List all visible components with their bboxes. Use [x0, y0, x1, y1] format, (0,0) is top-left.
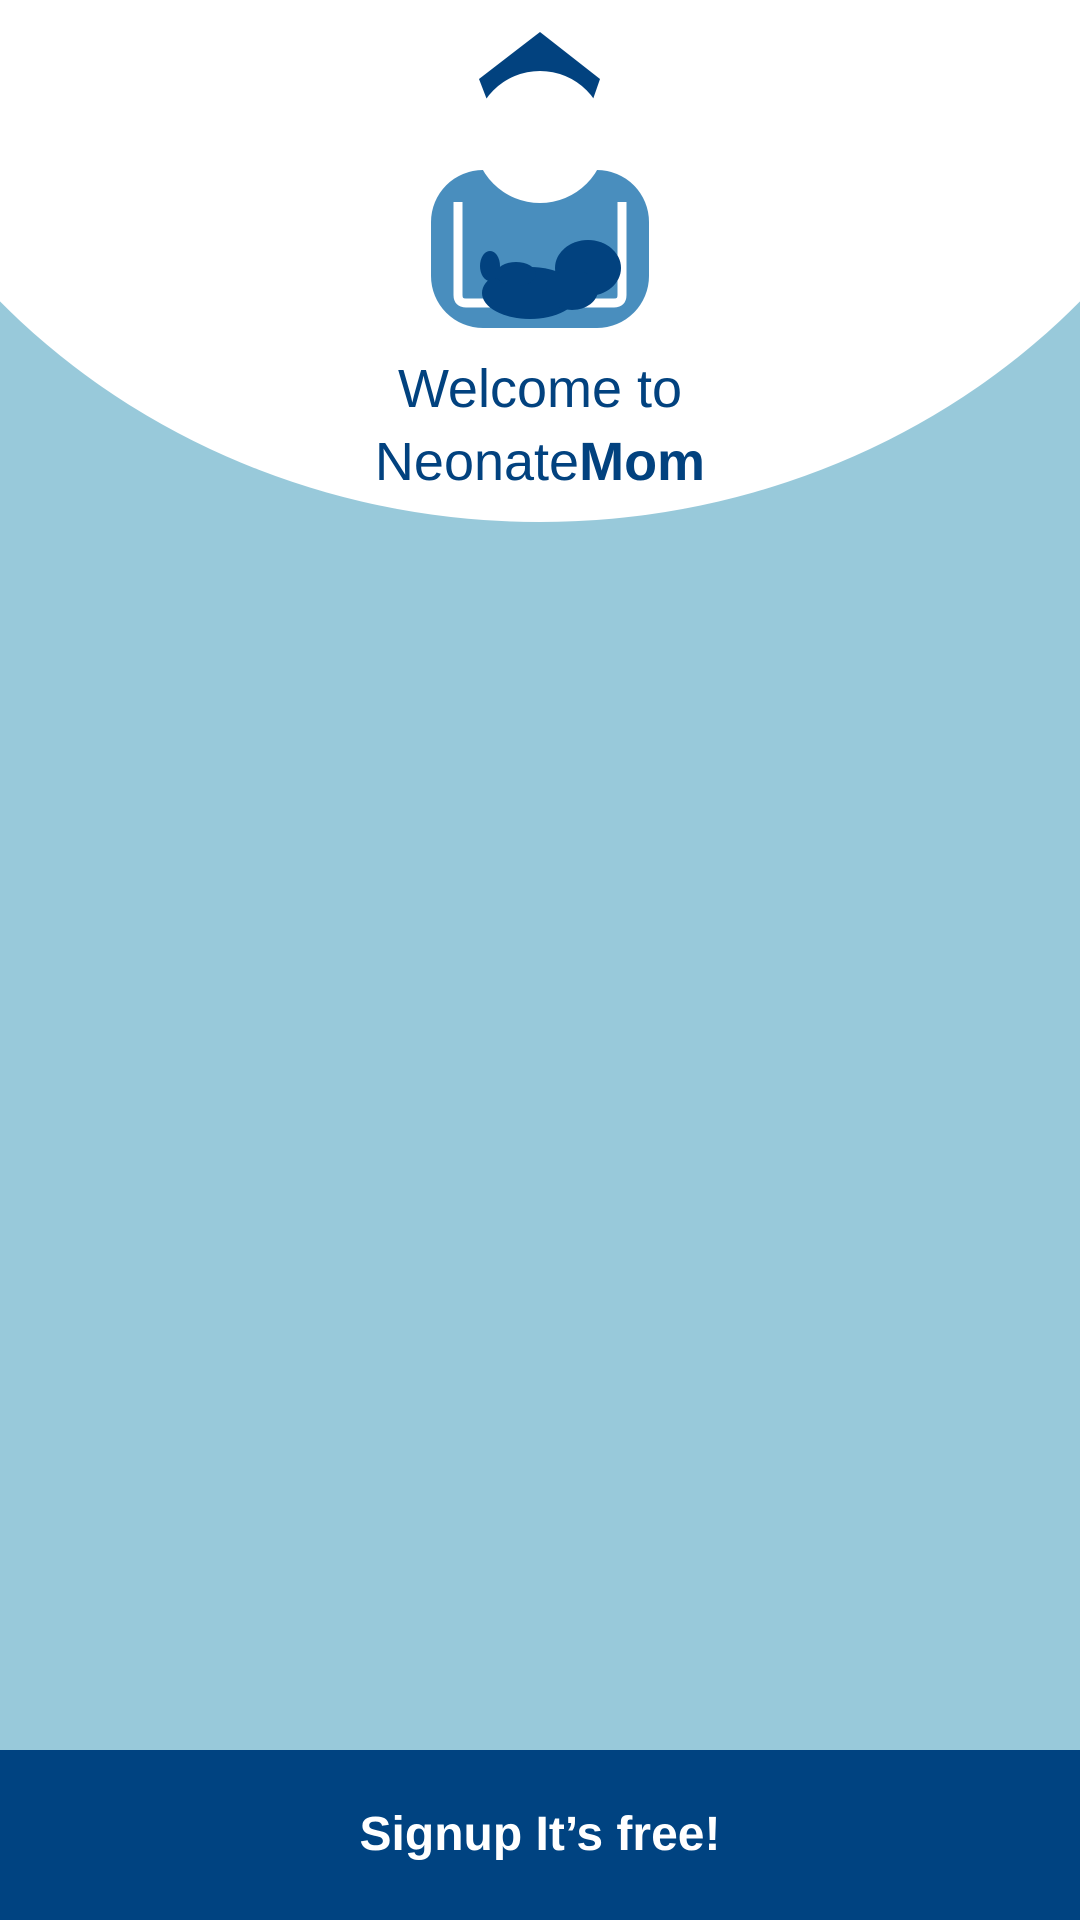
welcome-screen: Welcome to NeonateMom Signup It’s free! — [0, 0, 1080, 1920]
brand-name-bold: Mom — [579, 432, 706, 492]
brand-name: NeonateMom — [0, 429, 1080, 495]
brand-name-light: Neonate — [374, 432, 580, 492]
signup-button[interactable]: Signup It’s free! — [0, 1750, 1080, 1920]
welcome-heading: Welcome to — [397, 359, 683, 419]
neonatemom-logo-icon — [431, 32, 649, 328]
